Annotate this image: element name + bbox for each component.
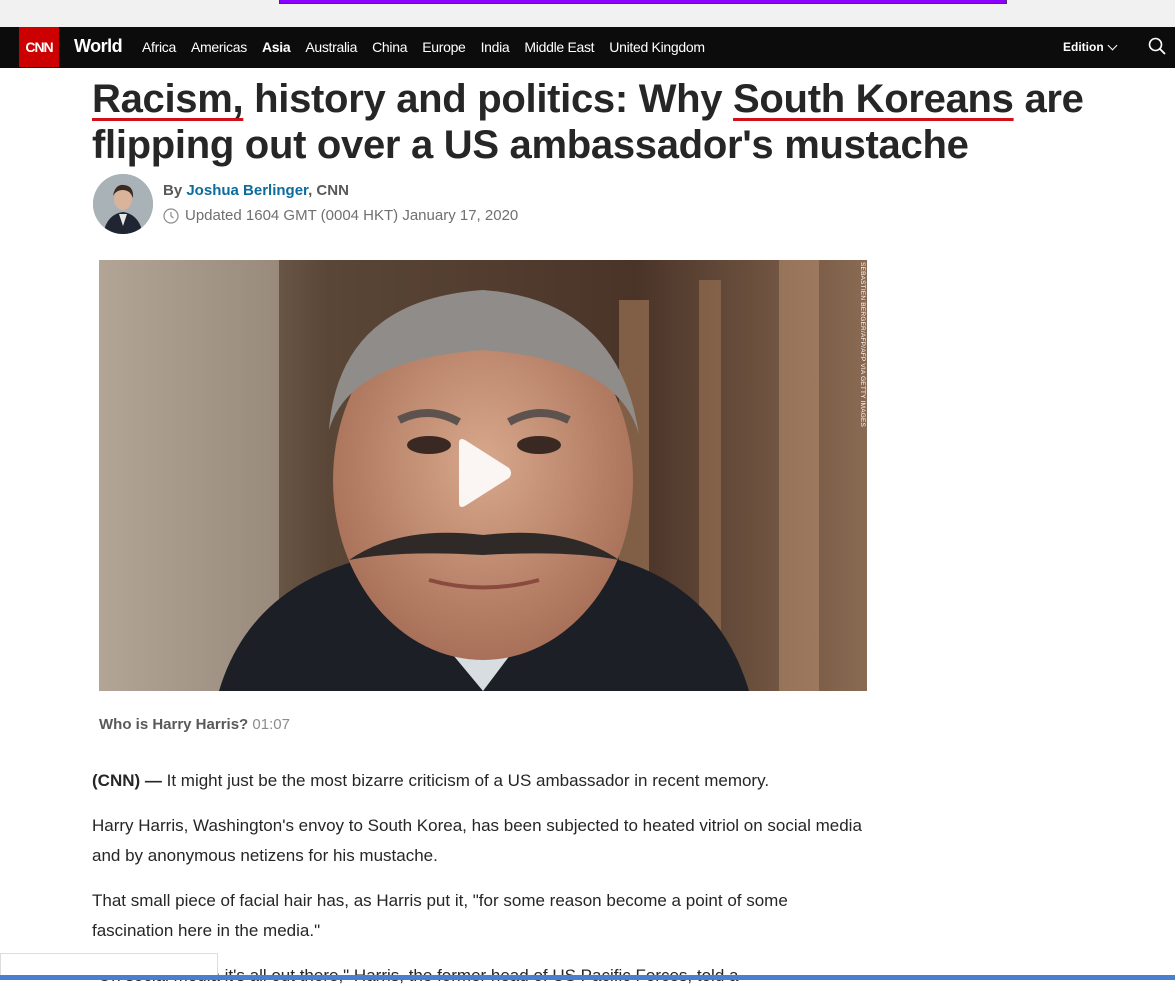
- byline: By Joshua Berlinger, CNN: [163, 182, 349, 199]
- section-title[interactable]: World: [74, 36, 123, 57]
- nav-link-australia[interactable]: Australia: [305, 39, 357, 55]
- author-link[interactable]: Joshua Berlinger: [186, 182, 308, 199]
- author-photo: [93, 174, 153, 234]
- video-caption: Who is Harry Harris? 01:07: [99, 716, 290, 733]
- nav-link-europe[interactable]: Europe: [422, 39, 466, 55]
- article-paragraph: (CNN) — It might just be the most bizarr…: [92, 766, 872, 796]
- photo-credit: SEBASTIEN BERGER/AFP/AFP VIA GETTY IMAGE…: [859, 262, 866, 428]
- ad-banner[interactable]: [279, 0, 1007, 4]
- author-avatar[interactable]: [93, 174, 153, 234]
- paragraph-text: That small piece of facial hair has, as …: [92, 891, 788, 940]
- article-paragraph: That small piece of facial hair has, as …: [92, 886, 872, 946]
- paragraph-text: It might just be the most bizarre critic…: [166, 771, 770, 790]
- nav-link-americas[interactable]: Americas: [191, 39, 247, 55]
- paragraph-text: Harry Harris, Washington's envoy to Sout…: [92, 816, 862, 865]
- top-nav: CNN World Africa Americas Asia Australia…: [0, 27, 1175, 68]
- dateline: (CNN) —: [92, 771, 167, 790]
- updated-timestamp: Updated 1604 GMT (0004 HKT) January 17, …: [163, 207, 518, 224]
- article-headline: Racism, history and politics: Why South …: [92, 76, 1142, 168]
- ad-banner-area: [0, 0, 1175, 27]
- article-paragraph: Harry Harris, Washington's envoy to Sout…: [92, 811, 872, 871]
- bottom-bar: [0, 975, 1175, 980]
- edition-label: Edition: [1063, 40, 1104, 54]
- video-duration: 01:07: [252, 716, 290, 733]
- headline-text: history and politics: Why: [243, 77, 734, 121]
- edition-menu-button[interactable]: Edition: [1063, 40, 1118, 54]
- byline-prefix: By: [163, 182, 187, 199]
- cnn-logo[interactable]: CNN: [19, 27, 59, 67]
- caption-title: Who is Harry Harris?: [99, 716, 249, 733]
- nav-link-india[interactable]: India: [481, 39, 510, 55]
- nav-link-asia[interactable]: Asia: [262, 39, 291, 55]
- nav-link-united-kingdom[interactable]: United Kingdom: [609, 39, 705, 55]
- nav-links: Africa Americas Asia Australia China Eur…: [142, 39, 720, 55]
- updated-text: Updated 1604 GMT (0004 HKT) January 17, …: [185, 207, 519, 224]
- byline-outlet: , CNN: [308, 182, 349, 199]
- headline-spellcheck-word: Racism,: [92, 77, 244, 121]
- nav-link-middle-east[interactable]: Middle East: [524, 39, 594, 55]
- headline-spellcheck-word: South Koreans: [733, 77, 1014, 121]
- nav-link-africa[interactable]: Africa: [142, 39, 176, 55]
- nav-link-china[interactable]: China: [372, 39, 407, 55]
- play-icon[interactable]: [455, 435, 515, 511]
- search-icon[interactable]: [1148, 37, 1166, 55]
- clock-icon: [163, 207, 179, 224]
- chevron-down-icon: [1107, 40, 1118, 51]
